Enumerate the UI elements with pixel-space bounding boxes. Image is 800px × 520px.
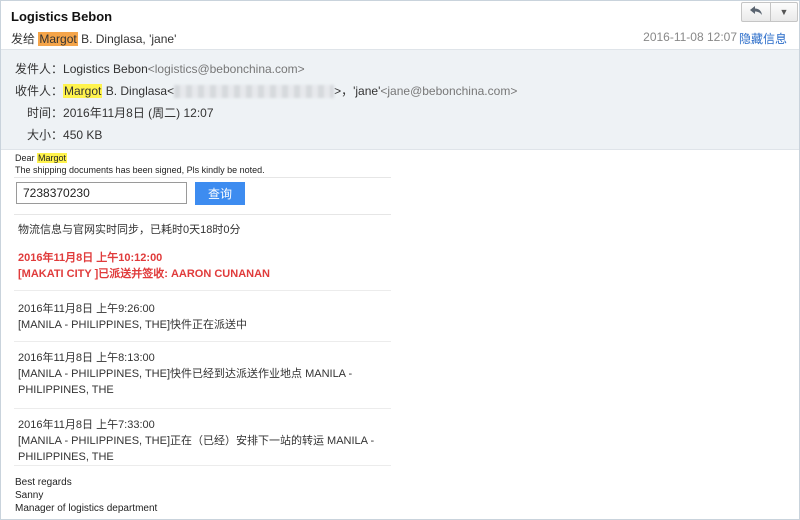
signature-name: Sanny bbox=[15, 490, 44, 501]
greeting-word: Dear bbox=[15, 153, 35, 163]
message-text: The shipping documents has been signed, … bbox=[15, 165, 265, 175]
size-label: 大小： bbox=[27, 128, 64, 142]
event-text: [MAKATI CITY ]已派送并签收: AARON CUNANAN bbox=[18, 268, 270, 280]
recipient-highlight: Margot bbox=[38, 32, 78, 46]
time-row: 时间：2016年11月8日 (周二) 12:07 bbox=[27, 104, 214, 121]
signature-title: Manager of logistics department bbox=[15, 503, 158, 514]
query-button[interactable]: 查询 bbox=[195, 182, 245, 205]
event-time: 2016年11月8日 上午8:13:00 bbox=[18, 352, 155, 364]
send-prefix: 发给 bbox=[11, 32, 36, 46]
from-row: 发件人：Logistics Bebon<logistics@bebonchina… bbox=[15, 60, 305, 77]
greeting-name: Margot bbox=[37, 153, 68, 163]
divider bbox=[14, 290, 391, 291]
time-value: 2016年11月8日 (周二) 12:07 bbox=[63, 106, 214, 120]
event-text: [MANILA - PHILIPPINES, THE]快件已经到达派送作业地点 … bbox=[18, 368, 353, 396]
event-text: [MANILA - PHILIPPINES, THE]快件正在派送中 bbox=[18, 319, 248, 331]
from-email[interactable]: <logistics@bebonchina.com> bbox=[148, 62, 305, 76]
email-subject: Logistics Bebon bbox=[11, 9, 113, 24]
reply-icon bbox=[749, 5, 763, 19]
event-time: 2016年11月8日 上午7:33:00 bbox=[18, 419, 155, 431]
more-options-button[interactable]: ▼ bbox=[770, 2, 798, 22]
recipient-rest: B. Dinglasa, 'jane' bbox=[81, 32, 177, 46]
header-details-panel: 发件人：Logistics Bebon<logistics@bebonchina… bbox=[1, 49, 799, 150]
signature-regards: Best regards bbox=[15, 477, 72, 488]
event-time: 2016年11月8日 上午10:12:00 bbox=[18, 252, 163, 264]
to-label: 收件人： bbox=[15, 84, 64, 98]
greeting: Dear Margot bbox=[15, 153, 68, 163]
to-after-blur: >，'jane' bbox=[334, 84, 381, 98]
divider bbox=[14, 465, 391, 466]
reply-button[interactable] bbox=[741, 2, 771, 22]
tracking-number-input[interactable] bbox=[16, 182, 187, 204]
chevron-down-icon: ▼ bbox=[779, 7, 789, 17]
email-reader: Logistics Bebon ▼ 发给 Margot B. Dinglasa,… bbox=[0, 0, 800, 520]
recipient-summary: 发给 Margot B. Dinglasa, 'jane' bbox=[11, 30, 176, 47]
event-text: [MANILA - PHILIPPINES, THE]正在（已经）安排下一站的转… bbox=[18, 435, 375, 463]
to-email-2[interactable]: <jane@bebonchina.com> bbox=[380, 84, 517, 98]
to-highlight[interactable]: Margot bbox=[63, 84, 103, 98]
hide-details-link[interactable]: 隐藏信息 bbox=[739, 30, 787, 47]
time-label: 时间： bbox=[27, 106, 64, 120]
from-name[interactable]: Logistics Bebon bbox=[63, 62, 148, 76]
to-row: 收件人：Margot B. Dinglasa< >，'jane'<jane@beb… bbox=[15, 82, 517, 99]
from-label: 发件人： bbox=[15, 62, 64, 76]
to-name[interactable]: B. Dinglasa< bbox=[106, 84, 174, 98]
size-value: 450 KB bbox=[63, 128, 103, 142]
event-time: 2016年11月8日 上午9:26:00 bbox=[18, 303, 155, 315]
email-datetime: 2016-11-08 12:07 bbox=[643, 30, 737, 44]
sync-status: 物流信息与官网实时同步，已耗时0天18时0分 bbox=[18, 224, 241, 236]
divider bbox=[14, 341, 391, 342]
divider bbox=[14, 408, 391, 409]
size-row: 大小：450 KB bbox=[27, 126, 102, 143]
redacted-email bbox=[174, 85, 335, 99]
